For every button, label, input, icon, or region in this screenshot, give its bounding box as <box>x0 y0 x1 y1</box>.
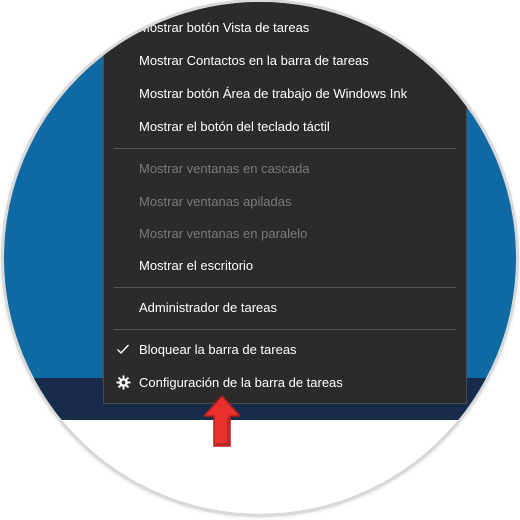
menu-item-label: Bloquear la barra de tareas <box>139 341 297 357</box>
menu-separator <box>114 148 456 149</box>
menu-separator <box>114 287 456 288</box>
menu-item-label: Mostrar botón Vista de tareas <box>139 19 310 35</box>
screen-below-taskbar <box>4 420 516 514</box>
menu-item-touch-keyboard[interactable]: Mostrar el botón del teclado táctil <box>104 110 466 142</box>
red-arrow-icon <box>203 395 241 447</box>
menu-item-label: Mostrar ventanas en cascada <box>139 160 310 176</box>
menu-item-label: Mostrar botón Área de trabajo de Windows… <box>139 85 408 101</box>
menu-item-cascade-windows: Mostrar ventanas en cascada <box>104 152 466 184</box>
menu-item-label: Mostrar el escritorio <box>139 257 254 273</box>
taskbar-context-menu: Mostrar botón Vista de tareas Mostrar Co… <box>103 2 467 404</box>
menu-item-label: Configuración de la barra de tareas <box>139 374 343 390</box>
menu-item-lock-taskbar[interactable]: Bloquear la barra de tareas <box>104 333 466 365</box>
zoom-circle: Mostrar botón Vista de tareas Mostrar Co… <box>4 2 516 514</box>
menu-item-windows-ink[interactable]: Mostrar botón Área de trabajo de Windows… <box>104 77 466 109</box>
menu-item-task-manager[interactable]: Administrador de tareas <box>104 291 466 323</box>
menu-item-label: Mostrar ventanas apiladas <box>139 193 292 209</box>
checkmark-icon <box>114 340 132 358</box>
menu-item-contacts[interactable]: Mostrar Contactos en la barra de tareas <box>104 44 466 76</box>
menu-separator <box>114 329 456 330</box>
menu-item-label: Mostrar Contactos en la barra de tareas <box>139 52 369 68</box>
menu-item-task-view-button[interactable]: Mostrar botón Vista de tareas <box>104 11 466 43</box>
menu-item-taskbar-settings[interactable]: Configuración de la barra de tareas <box>104 366 466 398</box>
menu-item-label: Mostrar el botón del teclado táctil <box>139 118 330 134</box>
gear-icon <box>114 373 132 391</box>
menu-item-show-desktop[interactable]: Mostrar el escritorio <box>104 249 466 281</box>
menu-item-label: Mostrar ventanas en paralelo <box>139 225 308 241</box>
menu-item-stacked-windows: Mostrar ventanas apiladas <box>104 185 466 217</box>
menu-item-side-by-side-windows: Mostrar ventanas en paralelo <box>104 217 466 249</box>
menu-item-label: Administrador de tareas <box>139 299 278 315</box>
